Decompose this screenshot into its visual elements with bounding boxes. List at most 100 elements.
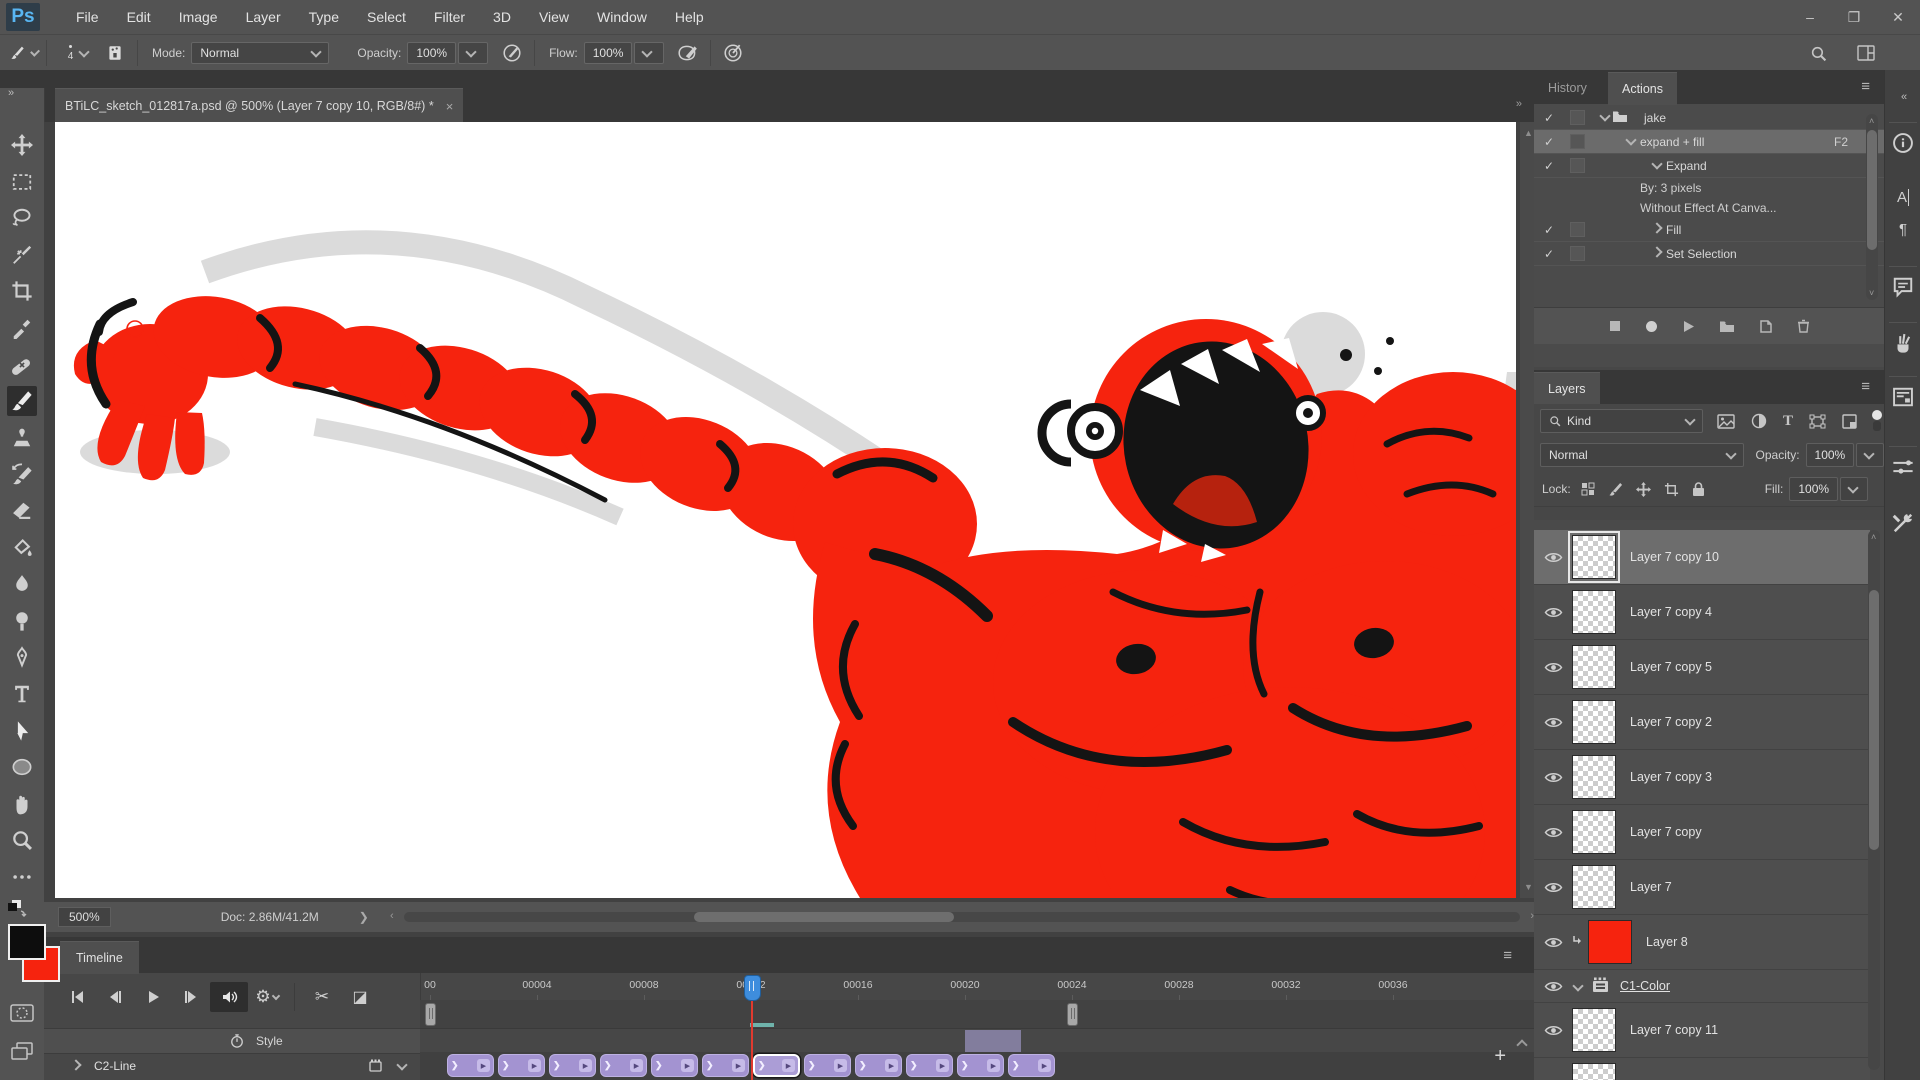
timeline-settings-button[interactable]: ⚙ bbox=[248, 982, 286, 1012]
menu-filter[interactable]: Filter bbox=[420, 0, 479, 34]
smoothing-toggle[interactable] bbox=[719, 40, 747, 66]
toggle-brush-panel-button[interactable] bbox=[101, 40, 129, 66]
first-frame-button[interactable] bbox=[58, 982, 96, 1012]
horizontal-scrollbar[interactable]: ‹ › bbox=[390, 910, 1534, 924]
visibility-eye-icon[interactable] bbox=[1534, 881, 1572, 894]
tab-history[interactable]: History bbox=[1534, 72, 1601, 104]
layer-opacity-dropdown[interactable] bbox=[1856, 443, 1884, 467]
flow-field[interactable]: 100% bbox=[583, 42, 633, 64]
filter-shape-layers-icon[interactable] bbox=[1809, 414, 1826, 429]
layer-row[interactable]: Layer 7 bbox=[1534, 860, 1870, 915]
panel-menu-icon[interactable]: ≡ bbox=[1861, 78, 1870, 95]
lock-artboard-icon[interactable] bbox=[1664, 482, 1679, 497]
brush-settings-icon[interactable] bbox=[1888, 452, 1918, 482]
flow-dropdown[interactable] bbox=[634, 42, 665, 64]
checkmark-icon[interactable]: ✓ bbox=[1544, 159, 1554, 173]
notes-icon[interactable] bbox=[1888, 272, 1918, 302]
tab-timeline[interactable]: Timeline bbox=[60, 941, 139, 974]
layer-thumbnail[interactable] bbox=[1572, 590, 1616, 634]
chevron-down-icon[interactable] bbox=[1651, 158, 1663, 170]
actions-scrollbar[interactable]: ˄ ˅ bbox=[1866, 114, 1878, 300]
menu-edit[interactable]: Edit bbox=[113, 0, 165, 34]
document-canvas[interactable] bbox=[55, 122, 1516, 898]
tool-presets-icon[interactable] bbox=[1888, 508, 1918, 538]
visibility-eye-icon[interactable] bbox=[1534, 771, 1572, 784]
scroll-left-icon[interactable]: ‹ bbox=[390, 910, 394, 922]
visibility-eye-icon[interactable] bbox=[1534, 826, 1572, 839]
menu-3d[interactable]: 3D bbox=[479, 0, 525, 34]
visibility-eye-icon[interactable] bbox=[1534, 606, 1572, 619]
layer-name[interactable]: Layer 7 copy 2 bbox=[1630, 715, 1712, 729]
visibility-eye-icon[interactable] bbox=[1534, 1024, 1572, 1037]
brush-tool-icon[interactable] bbox=[7, 386, 37, 417]
blur-tool-icon[interactable] bbox=[7, 569, 37, 599]
clip-expand-icon[interactable]: ❯ bbox=[859, 1060, 867, 1071]
layer-fill-field[interactable]: 100% bbox=[1789, 477, 1839, 501]
lock-pixels-icon[interactable] bbox=[1608, 482, 1623, 497]
info-icon[interactable] bbox=[1888, 128, 1918, 158]
timeline-scroll-up-icon[interactable] bbox=[1511, 1037, 1528, 1052]
layer-row[interactable]: Layer 7 copy 4 bbox=[1534, 585, 1870, 640]
track-expand-icon[interactable] bbox=[70, 1058, 82, 1071]
timeline-clip[interactable]: ❯ ▶ bbox=[957, 1054, 1004, 1077]
clone-stamp-tool-icon[interactable] bbox=[7, 423, 37, 453]
clip-expand-icon[interactable]: ❯ bbox=[502, 1060, 510, 1071]
magic-wand-tool-icon[interactable] bbox=[7, 240, 37, 270]
layer-thumbnail[interactable] bbox=[1588, 920, 1632, 964]
paragraph-icon[interactable]: ¶ bbox=[1888, 214, 1918, 244]
clip-expand-icon[interactable]: ❯ bbox=[655, 1060, 663, 1071]
layer-name[interactable]: Layer 7 copy 11 bbox=[1630, 1023, 1718, 1037]
filter-adjustment-layers-icon[interactable] bbox=[1751, 413, 1767, 429]
brush-preset-picker[interactable]: 4 bbox=[55, 40, 101, 66]
paint-bucket-tool-icon[interactable] bbox=[7, 533, 37, 563]
zoom-level-field[interactable]: 500% bbox=[58, 907, 111, 927]
new-action-button[interactable] bbox=[1759, 319, 1773, 333]
more-tools-tool-icon[interactable] bbox=[7, 862, 37, 892]
layer-name[interactable]: Layer 7 copy 3 bbox=[1630, 770, 1712, 784]
clip-expand-icon[interactable]: ❯ bbox=[910, 1060, 918, 1071]
menu-select[interactable]: Select bbox=[353, 0, 420, 34]
action-row[interactable]: ✓ expand + fill F2 bbox=[1534, 130, 1884, 154]
menu-layer[interactable]: Layer bbox=[232, 0, 295, 34]
layer-opacity-field[interactable]: 100% bbox=[1805, 443, 1855, 467]
chevron-down-icon[interactable] bbox=[396, 1058, 408, 1071]
quick-mask-button[interactable] bbox=[7, 998, 37, 1028]
checkmark-icon[interactable]: ✓ bbox=[1544, 223, 1554, 237]
scrollbar-thumb[interactable] bbox=[1869, 590, 1879, 850]
chevron-down-icon[interactable] bbox=[1625, 134, 1637, 146]
video-track-icon[interactable] bbox=[369, 1059, 385, 1073]
visibility-eye-icon[interactable] bbox=[1534, 716, 1572, 729]
layer-row[interactable]: Layer 7 copy bbox=[1534, 805, 1870, 860]
clip-expand-icon[interactable]: ❯ bbox=[808, 1060, 816, 1071]
scroll-up-icon[interactable]: ˄ bbox=[1871, 532, 1876, 542]
work-area-start-handle[interactable] bbox=[425, 1003, 436, 1026]
dialog-toggle-box[interactable] bbox=[1570, 134, 1585, 149]
layer-row[interactable]: Layer 8 bbox=[1534, 915, 1870, 970]
layer-thumbnail[interactable] bbox=[1572, 810, 1616, 854]
action-row[interactable]: By: 3 pixels bbox=[1534, 178, 1884, 198]
work-area-end-handle[interactable] bbox=[1067, 1003, 1078, 1026]
filter-smart-objects-icon[interactable] bbox=[1842, 413, 1857, 429]
previous-frame-button[interactable] bbox=[96, 982, 134, 1012]
crop-tool-icon[interactable] bbox=[7, 276, 37, 306]
layer-thumbnail[interactable] bbox=[1572, 865, 1616, 909]
tab-actions[interactable]: Actions bbox=[1608, 72, 1677, 105]
timeline-clip[interactable]: ❯ ▶ bbox=[702, 1054, 749, 1077]
lock-all-icon[interactable] bbox=[1692, 481, 1705, 497]
chevron-down-icon[interactable] bbox=[1572, 980, 1584, 992]
restore-button[interactable]: ❐ bbox=[1832, 4, 1876, 30]
path-selection-tool-icon[interactable] bbox=[7, 716, 37, 746]
add-media-button[interactable]: + bbox=[1494, 1045, 1506, 1068]
action-row[interactable]: ✓ jake bbox=[1534, 106, 1884, 130]
layer-name[interactable]: C1-Color bbox=[1620, 979, 1670, 993]
opacity-dropdown[interactable] bbox=[458, 42, 489, 64]
blend-mode-select[interactable]: Normal bbox=[1540, 443, 1744, 467]
layer-thumbnail[interactable] bbox=[1572, 1008, 1616, 1052]
properties-icon[interactable] bbox=[1888, 382, 1918, 412]
dialog-toggle-box[interactable] bbox=[1570, 158, 1585, 173]
spot-healing-tool-icon[interactable] bbox=[7, 350, 37, 380]
workspace-switcher-icon[interactable] bbox=[1852, 40, 1880, 66]
timeline-clip[interactable]: ❯ ▶ bbox=[906, 1054, 953, 1077]
mute-audio-button[interactable] bbox=[210, 982, 248, 1012]
action-row[interactable]: ✓ Fill bbox=[1534, 218, 1884, 242]
